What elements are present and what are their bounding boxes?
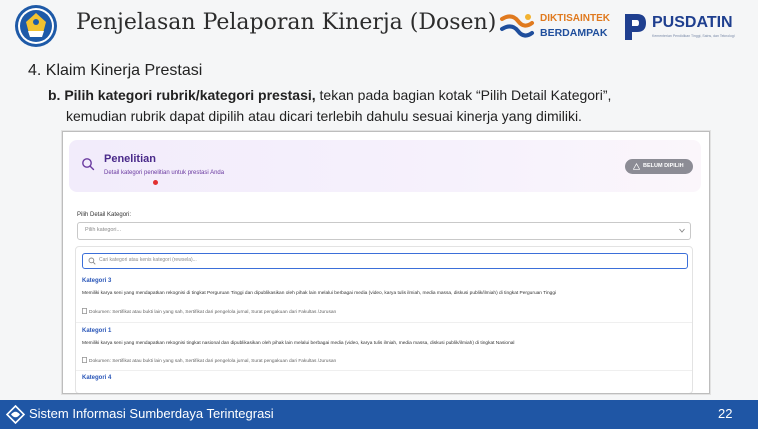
brand-bottom-text: BERDAMPAK bbox=[540, 27, 608, 39]
brand-top-text: DIKTISAINTEK bbox=[540, 13, 610, 24]
pusdatin-name: PUSDATIN bbox=[652, 14, 733, 31]
step-rest: tekan pada bagian kotak “Pilih Detail Ka… bbox=[315, 87, 612, 103]
field-label: Pilih Detail Kategori: bbox=[77, 212, 132, 218]
category-select[interactable]: Pilih kategori... bbox=[77, 222, 691, 240]
status-badge-text: BELUM DIPILIH bbox=[643, 163, 684, 169]
diktisaintek-logo-icon bbox=[500, 14, 534, 38]
slide-header: Penjelasan Pelaporan Kinerja (Dosen) DIK… bbox=[0, 0, 758, 52]
diktisaintek-brand: DIKTISAINTEK BERDAMPAK bbox=[498, 9, 618, 45]
option-docs-text: Dokumen: Sertifikat atau bukti lain yang… bbox=[89, 310, 337, 315]
pusdatin-tagline: Kementerian Pendidikan Tinggi, Sains, da… bbox=[652, 34, 735, 38]
document-icon bbox=[82, 357, 87, 363]
pointer-marker bbox=[153, 180, 158, 185]
option-divider bbox=[76, 322, 692, 323]
document-icon bbox=[82, 308, 87, 314]
slide-title: Penjelasan Pelaporan Kinerja (Dosen) bbox=[76, 10, 497, 35]
option-docs: Dokumen: Sertifikat atau bukti lain yang… bbox=[82, 308, 336, 315]
siakad-logo-icon bbox=[6, 405, 25, 424]
system-name: Sistem Informasi Sumberdaya Terintegrasi bbox=[29, 406, 274, 421]
option-title: Kategori 3 bbox=[82, 278, 112, 284]
category-dropdown: Cari kategori atau kenis kategori (rewse… bbox=[75, 246, 693, 393]
search-icon bbox=[82, 158, 95, 171]
university-logo-icon bbox=[15, 5, 57, 47]
option-docs: Dokumen: Sertifikat atau bukti lain yang… bbox=[82, 357, 336, 364]
search-icon bbox=[88, 257, 96, 265]
page-number: 22 bbox=[718, 406, 733, 421]
section-heading: 4. Klaim Kinerja Prestasi bbox=[28, 62, 203, 79]
select-placeholder: Pilih kategori... bbox=[85, 227, 122, 233]
category-panel: Penelitian Detail kategori penelitian un… bbox=[69, 140, 701, 192]
warning-icon bbox=[633, 163, 640, 170]
panel-title: Penelitian bbox=[104, 153, 156, 165]
dropdown-search-input[interactable]: Cari kategori atau kenis kategori (rewse… bbox=[82, 253, 688, 269]
chevron-down-icon bbox=[679, 228, 685, 233]
option-docs-text: Dokumen: Sertifikat atau bukti lain yang… bbox=[89, 359, 337, 364]
step-instruction-line2: kemudian rubrik dapat dipilih atau dicar… bbox=[66, 108, 582, 124]
status-badge: BELUM DIPILIH bbox=[625, 159, 693, 174]
option-desc: Memiliki karya seni yang mendapatkan rek… bbox=[82, 341, 515, 346]
pusdatin-logo-icon bbox=[625, 14, 646, 40]
step-instruction: b. Pilih kategori rubrik/kategori presta… bbox=[48, 87, 611, 103]
option-desc: Memiliki karya seni yang mendapatkan rek… bbox=[82, 291, 557, 296]
app-screenshot: Penelitian Detail kategori penelitian un… bbox=[62, 131, 710, 394]
option-title: Kategori 4 bbox=[82, 375, 112, 381]
panel-subtitle: Detail kategori penelitian untuk prestas… bbox=[104, 170, 225, 176]
slide-footer: Sistem Informasi Sumberdaya Terintegrasi… bbox=[0, 400, 758, 429]
search-placeholder: Cari kategori atau kenis kategori (rewse… bbox=[99, 257, 197, 263]
option-title: Kategori 1 bbox=[82, 328, 112, 334]
step-bold: b. Pilih kategori rubrik/kategori presta… bbox=[48, 87, 316, 103]
pusdatin-brand: PUSDATIN Kementerian Pendidikan Tinggi, … bbox=[622, 10, 752, 46]
option-divider bbox=[76, 370, 692, 371]
